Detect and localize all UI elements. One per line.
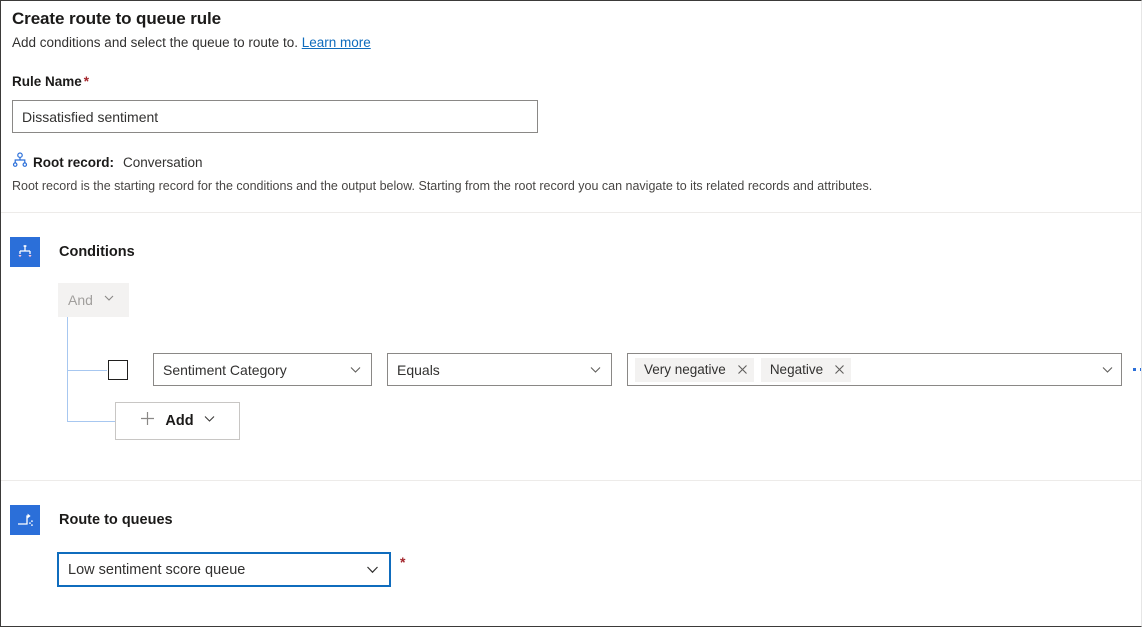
condition-value-pill: Very negative <box>635 358 754 382</box>
condition-value-pill-label: Very negative <box>644 362 726 377</box>
condition-operator-dropdown[interactable]: Equals <box>387 353 612 386</box>
chevron-down-icon <box>1093 363 1114 376</box>
page-header: Create route to queue rule Add condition… <box>1 1 1141 52</box>
tree-connector-vertical <box>67 317 68 421</box>
condition-value-multiselect[interactable]: Very negative Negative <box>627 353 1122 386</box>
learn-more-link[interactable]: Learn more <box>302 35 371 50</box>
rule-name-label: Rule Name* <box>12 73 1141 91</box>
branch-icon <box>10 237 40 267</box>
queue-select-value: Low sentiment score queue <box>68 562 245 578</box>
condition-row-more-menu[interactable] <box>1133 353 1142 386</box>
chevron-down-icon <box>203 412 216 430</box>
condition-operator-value: Equals <box>397 362 440 378</box>
plus-icon <box>139 410 156 432</box>
rule-name-field-block: Rule Name* <box>1 73 1141 133</box>
page-subtitle-text: Add conditions and select the queue to r… <box>12 35 298 50</box>
close-icon[interactable] <box>737 364 748 375</box>
chevron-down-icon <box>341 363 362 376</box>
root-record-label: Root record: <box>33 155 114 170</box>
chevron-down-icon <box>103 291 115 309</box>
tree-connector-row <box>67 370 107 371</box>
route-to-queues-field: Low sentiment score queue * <box>1 552 1141 587</box>
chevron-down-icon <box>581 363 602 376</box>
conditions-section-title: Conditions <box>59 244 135 260</box>
tree-connector-add <box>67 421 115 422</box>
condition-attribute-dropdown[interactable]: Sentiment Category <box>153 353 372 386</box>
more-horizontal-icon <box>1133 368 1136 371</box>
root-record-value: Conversation <box>123 155 203 170</box>
rule-name-input[interactable] <box>12 100 538 133</box>
close-icon[interactable] <box>834 364 845 375</box>
logical-operator-label: And <box>68 292 93 308</box>
condition-value-pill-label: Negative <box>770 362 823 377</box>
route-to-queues-section-title: Route to queues <box>59 512 173 528</box>
conditions-section-header: Conditions <box>1 237 1141 267</box>
root-record-row: Root record: Conversation <box>1 152 1141 173</box>
divider-above-conditions <box>1 212 1141 213</box>
create-route-to-queue-rule-page: Create route to queue rule Add condition… <box>0 0 1142 627</box>
rule-name-label-text: Rule Name <box>12 74 82 89</box>
queue-select-required-marker: * <box>400 554 405 570</box>
add-condition-label: Add <box>165 413 193 429</box>
chevron-down-icon <box>365 562 380 577</box>
conditions-builder: And Sentiment Category Equals <box>1 283 1141 463</box>
root-record-description: Root record is the starting record for t… <box>1 178 1141 195</box>
page-title: Create route to queue rule <box>12 8 1141 30</box>
logical-operator-dropdown[interactable]: And <box>58 283 129 317</box>
divider-above-route <box>1 480 1141 481</box>
queue-select-dropdown[interactable]: Low sentiment score queue <box>57 552 391 587</box>
rule-name-required-marker: * <box>84 74 89 89</box>
condition-attribute-value: Sentiment Category <box>163 362 287 378</box>
condition-row-checkbox[interactable] <box>108 360 128 380</box>
condition-value-pill: Negative <box>761 358 851 382</box>
hierarchy-icon <box>12 152 28 173</box>
route-icon <box>10 505 40 535</box>
page-subtitle: Add conditions and select the queue to r… <box>12 33 1141 52</box>
route-to-queues-section-header: Route to queues <box>1 505 1141 535</box>
add-condition-button[interactable]: Add <box>115 402 240 440</box>
condition-row: Sentiment Category Equals Very negati <box>108 353 1142 386</box>
